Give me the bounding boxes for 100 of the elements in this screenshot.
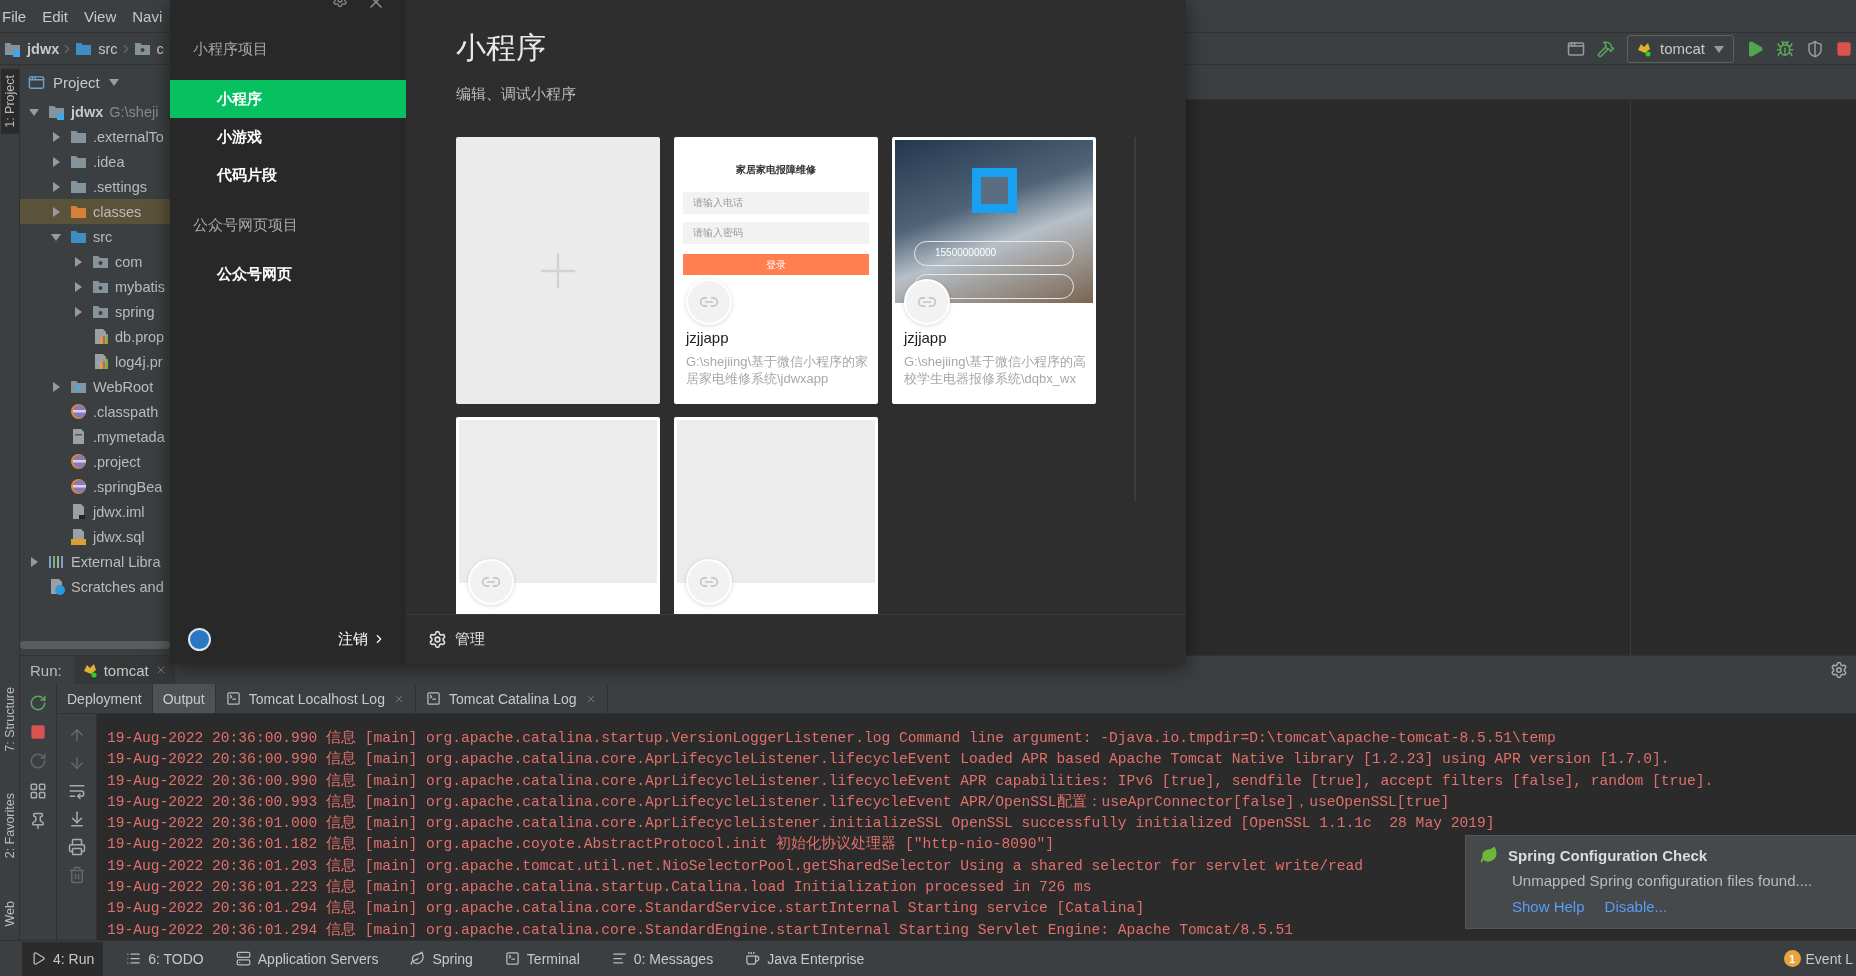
nav-item[interactable]: 公众号网页	[170, 255, 406, 293]
expand-arrow-icon[interactable]	[50, 205, 62, 218]
console-tab[interactable]: Tomcat Localhost Log	[215, 684, 416, 713]
menu-item[interactable]: Navi	[132, 7, 163, 25]
tree-item[interactable]: WebRoot	[20, 374, 172, 399]
tree-item[interactable]: .project	[20, 449, 172, 474]
breadcrumb-item[interactable]: c	[133, 40, 164, 57]
link-badge-icon	[686, 559, 732, 605]
project-card[interactable]: 15500000000 jzjjapp G:\shejiing\基于微信小程序的高校学生电器报修系统\dqbx_wx	[892, 137, 1096, 404]
package-folder-icon	[92, 278, 109, 295]
tree-item[interactable]: com	[20, 249, 172, 274]
debug-icon[interactable]	[1776, 39, 1794, 58]
settings-icon	[428, 630, 447, 649]
breadcrumb-item[interactable]: src	[75, 40, 118, 57]
expand-arrow-icon[interactable]	[50, 130, 62, 143]
tree-item[interactable]: External Libra	[20, 549, 172, 574]
tree-item[interactable]: Scratches and	[20, 574, 172, 599]
tool-window-button[interactable]: Spring	[401, 941, 482, 976]
tree-item[interactable]: .externalTo	[20, 124, 172, 149]
tree-item[interactable]: jdwx G:\sheji	[20, 99, 172, 124]
tree-item[interactable]: classes	[20, 199, 172, 224]
scrollbar[interactable]	[20, 641, 170, 649]
project-name: jzjjapp	[686, 329, 730, 346]
tree-item[interactable]: .classpath	[20, 399, 172, 424]
tool-window-tab[interactable]: 1: Project	[0, 69, 19, 134]
project-name: jzjjapp	[904, 329, 948, 346]
rerun-icon[interactable]	[29, 694, 47, 712]
menu-item[interactable]: File	[2, 7, 27, 25]
preview-title: 家居家电报障维修	[736, 163, 816, 177]
tool-window-button[interactable]: Application Servers	[226, 941, 388, 976]
tool-window-tab[interactable]: 2: Favorites	[0, 787, 19, 865]
shield-icon[interactable]	[1806, 39, 1824, 58]
tree-item[interactable]: db.prop	[20, 324, 172, 349]
tool-window-button[interactable]: 4: Run	[22, 941, 104, 976]
nav-item[interactable]: 小游戏	[170, 118, 406, 156]
log-line: 19-Aug-2022 20:36:01.182 信息 [main] org.apache.coyote.AbstractProtocol.init 初始化协议处理器 ["http-nio-8090"]	[107, 834, 1054, 855]
view-select[interactable]: Project	[28, 73, 120, 91]
menu-item[interactable]: Edit	[42, 7, 69, 25]
pin-icon[interactable]	[29, 812, 47, 830]
page-title: 小程序	[456, 30, 547, 66]
expand-arrow-icon[interactable]	[72, 280, 84, 293]
stop-icon[interactable]	[1836, 40, 1852, 57]
tree-item[interactable]: .springBea	[20, 474, 172, 499]
manage-button[interactable]: 管理	[428, 630, 485, 649]
tool-window-tab[interactable]: Web	[0, 894, 19, 932]
tree-item[interactable]: .mymetada	[20, 424, 172, 449]
tool-window-button[interactable]: 6: TODO	[117, 941, 213, 976]
expand-arrow-icon[interactable]	[28, 555, 40, 568]
settings-icon[interactable]	[1830, 661, 1848, 679]
print-icon[interactable]	[67, 838, 86, 856]
leaf-icon	[1480, 846, 1498, 864]
stop-icon[interactable]	[30, 724, 46, 740]
console-tab[interactable]: Output	[152, 684, 216, 713]
layout-icon[interactable]	[29, 782, 47, 800]
run-tab[interactable]: tomcat	[73, 656, 175, 684]
tool-window-button[interactable]: Java Enterprise	[736, 941, 874, 976]
tool-window-button[interactable]: 0: Messages	[602, 941, 723, 976]
scratch-file-icon	[48, 578, 65, 595]
tree-item[interactable]: src	[20, 224, 172, 249]
avatar[interactable]	[188, 627, 211, 651]
count-badge: 1	[1783, 950, 1801, 967]
tree-item[interactable]: mybatis	[20, 274, 172, 299]
expand-arrow-icon[interactable]	[50, 380, 62, 393]
console-tab[interactable]: Tomcat Catalina Log	[415, 684, 608, 713]
hammer-icon[interactable]	[1597, 39, 1615, 58]
project-card[interactable]: 家居家电报障维修 请输入电话 请输入密码 登录 jzjjapp G:\shejiing\基于微信小程序的家居家电维修系统\jdwxapp	[674, 137, 878, 404]
event-log-button[interactable]: 1 Event L	[1783, 950, 1853, 967]
logout-link[interactable]: 注销	[338, 629, 386, 649]
tool-window-button[interactable]: Terminal	[495, 941, 589, 976]
log-line: 19-Aug-2022 20:36:01.223 信息 [main] org.apache.catalina.startup.Catalina.load Initialization processed in 726 ms	[107, 878, 1092, 898]
notification-link[interactable]: Show Help	[1512, 898, 1585, 915]
run-icon[interactable]	[1746, 39, 1764, 58]
expand-arrow-icon[interactable]	[72, 305, 84, 318]
expand-arrow-icon[interactable]	[50, 180, 62, 193]
expand-arrow-icon[interactable]	[50, 155, 62, 168]
tree-item[interactable]: log4j.pr	[20, 349, 172, 374]
circle-file-icon	[70, 453, 87, 470]
expand-arrow-icon[interactable]	[72, 255, 84, 268]
console-tab[interactable]: Deployment	[57, 684, 153, 713]
tree-item[interactable]: jdwx.iml	[20, 499, 172, 524]
menu-item[interactable]: View	[84, 7, 117, 25]
restart-icon[interactable]	[29, 752, 47, 770]
tree-item[interactable]: spring	[20, 299, 172, 324]
tree-item[interactable]: jdwx.sql	[20, 524, 172, 549]
run-config-select[interactable]: tomcat	[1627, 34, 1734, 63]
nav-item[interactable]: 代码片段	[170, 156, 406, 194]
log-line: 19-Aug-2022 20:36:01.000 信息 [main] org.apache.catalina.core.AprLifecycleListener.initializeSSL OpenSSL successfully initialized [OpenSSL 1.1.1c 28 May 2019]	[107, 814, 1495, 834]
tool-window-tab[interactable]: 7: Structure	[0, 680, 19, 758]
breadcrumb-item[interactable]: jdwx	[4, 40, 60, 57]
library-icon	[48, 553, 65, 570]
tree-item[interactable]: .idea	[20, 149, 172, 174]
notification-link[interactable]: Disable...	[1604, 898, 1668, 915]
dropdown-arrow-icon	[107, 76, 120, 88]
window-icon[interactable]	[1567, 39, 1585, 58]
circle-file-icon	[70, 478, 87, 495]
logo-icon	[971, 168, 1017, 213]
tree-item[interactable]: .settings	[20, 174, 172, 199]
play-icon	[31, 951, 46, 966]
wrap-icon[interactable]	[67, 782, 86, 800]
server-icon	[235, 951, 251, 966]
